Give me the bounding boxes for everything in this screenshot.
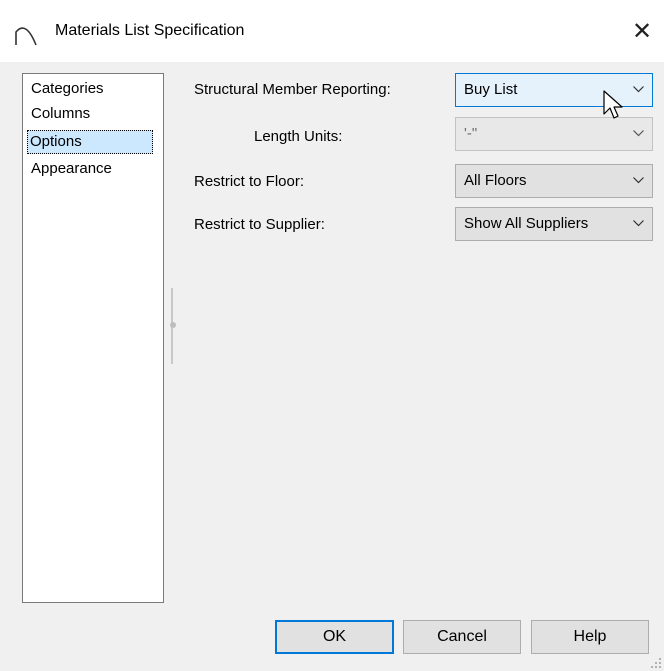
restrict-to-floor-value: All Floors: [464, 172, 527, 189]
restrict-to-floor-select[interactable]: All Floors: [455, 164, 653, 198]
chevron-down-icon: [633, 177, 644, 184]
category-list[interactable]: Categories Columns Options Appearance: [22, 73, 164, 603]
chevron-down-icon: [633, 220, 644, 227]
ok-button[interactable]: OK: [275, 620, 394, 654]
structural-member-reporting-value: Buy List: [464, 81, 518, 98]
arch-icon: [15, 27, 37, 46]
sidebar-item-options[interactable]: Options: [27, 130, 153, 154]
mouse-pointer-icon: [603, 90, 623, 119]
restrict-to-floor-label: Restrict to Floor:: [194, 173, 305, 190]
dialog-body: Categories Columns Options Appearance St…: [0, 62, 664, 671]
window-title: Materials List Specification: [55, 22, 245, 39]
restrict-to-supplier-value: Show All Suppliers: [464, 215, 589, 232]
close-icon: ✕: [631, 18, 653, 45]
sidebar-item-columns[interactable]: Columns: [29, 102, 92, 126]
cancel-button[interactable]: Cancel: [403, 620, 521, 654]
length-units-value: '-": [464, 125, 478, 142]
close-button[interactable]: ✕: [626, 16, 658, 48]
title-bar: Materials List Specification ✕: [0, 0, 664, 62]
sidebar-item-appearance[interactable]: Appearance: [29, 157, 114, 181]
chevron-down-icon: [633, 130, 644, 137]
structural-member-reporting-label: Structural Member Reporting:: [194, 81, 391, 98]
length-units-label: Length Units:: [254, 128, 343, 145]
restrict-to-supplier-select[interactable]: Show All Suppliers: [455, 207, 653, 241]
help-button[interactable]: Help: [531, 620, 649, 654]
restrict-to-supplier-label: Restrict to Supplier:: [194, 216, 325, 233]
resize-grip-icon[interactable]: [650, 657, 662, 669]
splitter-grip[interactable]: [170, 322, 176, 328]
chevron-down-icon: [633, 86, 644, 93]
sidebar-item-categories[interactable]: Categories: [29, 77, 106, 101]
